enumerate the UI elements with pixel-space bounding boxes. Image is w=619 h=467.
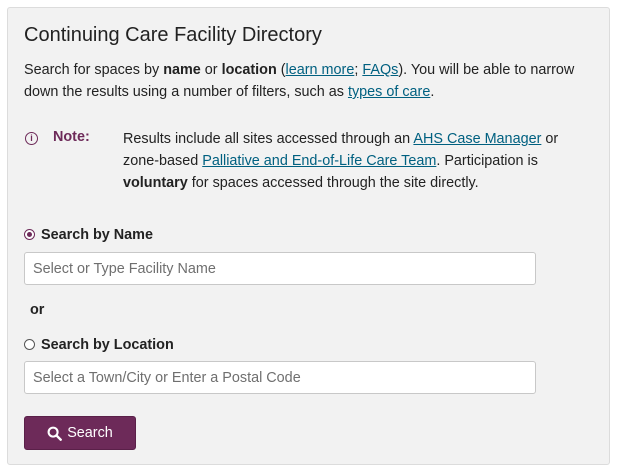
search-by-name-label[interactable]: Search by Name <box>41 227 153 243</box>
note-label: Note: <box>53 129 90 145</box>
search-by-location-radio[interactable] <box>24 339 35 350</box>
search-icon <box>47 426 63 441</box>
ahs-case-manager-link[interactable]: AHS Case Manager <box>413 131 541 147</box>
intro-bold-location: location <box>221 62 277 78</box>
note-text-part: . Participation is <box>436 153 538 169</box>
intro-text-part: or <box>200 62 222 78</box>
note-text: Results include all sites accessed throu… <box>123 128 593 194</box>
note-text-part: Results include all sites accessed throu… <box>123 131 414 147</box>
types-of-care-link[interactable]: types of care <box>348 84 430 100</box>
intro-text-part: ( <box>276 62 286 78</box>
search-button[interactable]: Search <box>24 416 136 450</box>
faqs-link[interactable]: FAQs <box>362 62 398 78</box>
search-button-label: Search <box>67 425 113 441</box>
intro-text-part: . <box>430 84 435 100</box>
search-by-location-label[interactable]: Search by Location <box>41 337 174 353</box>
location-input[interactable] <box>24 361 536 394</box>
intro-bold-name: name <box>163 62 201 78</box>
note-bold-voluntary: voluntary <box>123 175 188 191</box>
intro-text: Search for spaces by name or location (l… <box>24 59 602 103</box>
search-by-name-radio[interactable] <box>24 229 35 240</box>
learn-more-link[interactable]: learn more <box>286 62 355 78</box>
facility-name-input[interactable] <box>24 252 536 285</box>
page-title: Continuing Care Facility Directory <box>24 24 322 46</box>
info-icon: i <box>25 132 38 145</box>
or-separator: or <box>30 302 45 318</box>
intro-text-part: Search for spaces by <box>24 62 164 78</box>
note-text-part: for spaces accessed through the site dir… <box>187 175 479 191</box>
directory-panel: Continuing Care Facility Directory Searc… <box>7 7 610 465</box>
palliative-care-team-link[interactable]: Palliative and End-of-Life Care Team <box>202 153 436 169</box>
